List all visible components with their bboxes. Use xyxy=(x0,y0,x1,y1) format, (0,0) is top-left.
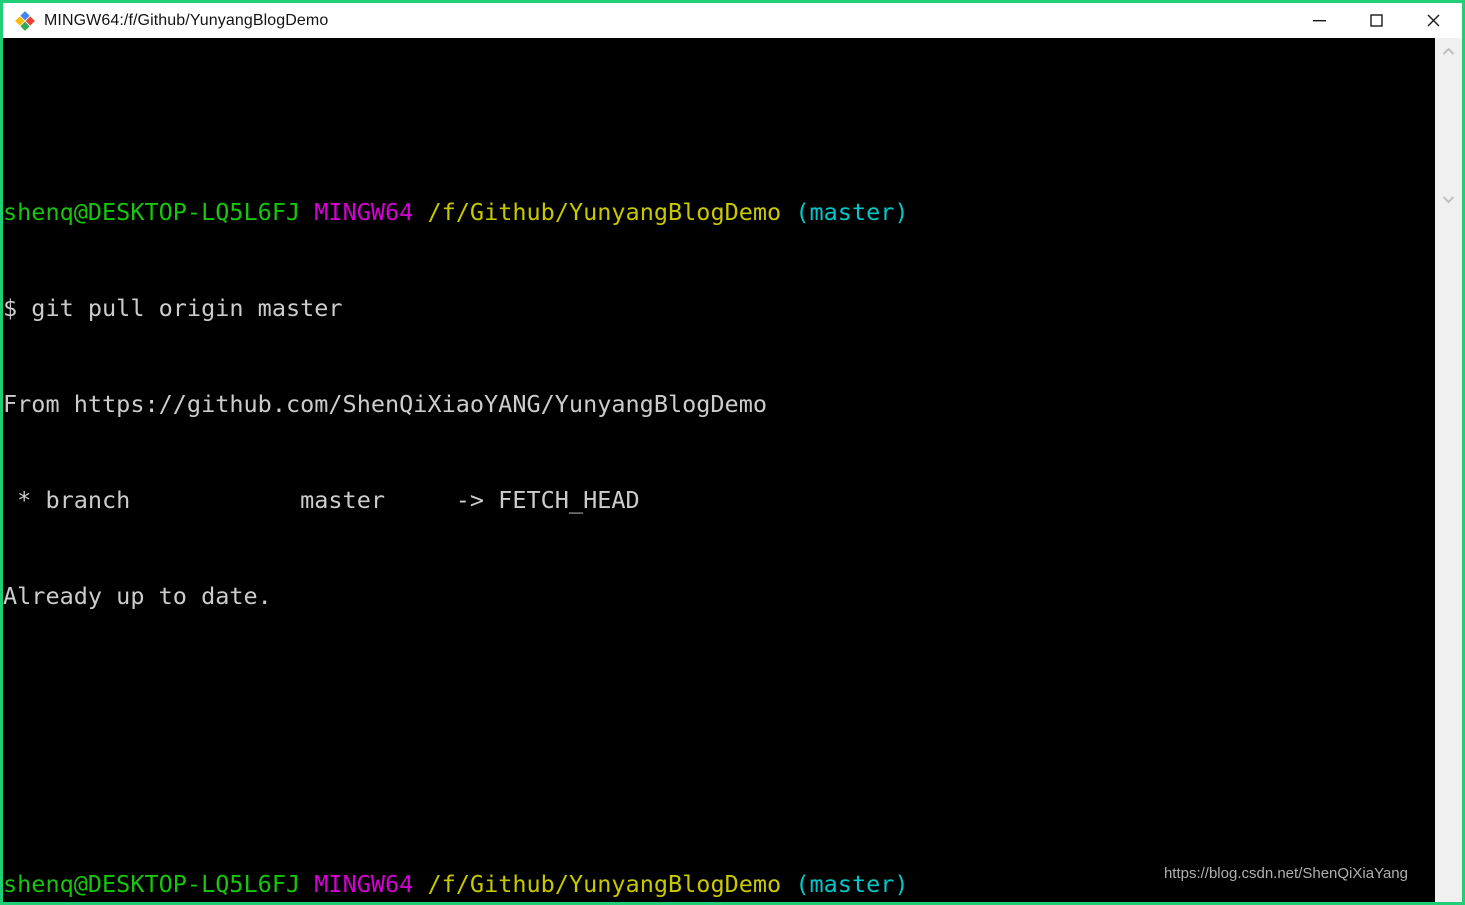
prompt-user-host: shenq@DESKTOP-LQ5L6FJ xyxy=(3,198,301,226)
scroll-up-arrow-icon[interactable] xyxy=(1435,40,1462,62)
title-bar[interactable]: MINGW64:/f/Github/YunyangBlogDemo xyxy=(3,3,1462,38)
scrollbar-track[interactable] xyxy=(1435,210,1462,902)
prompt-branch: (master) xyxy=(795,870,909,898)
prompt-line: shenq@DESKTOP-LQ5L6FJ MINGW64 /f/Github/… xyxy=(3,868,1435,900)
output-line: * branch master -> FETCH_HEAD xyxy=(3,486,640,514)
window-controls xyxy=(1291,3,1462,38)
prompt-path: /f/Github/YunyangBlogDemo xyxy=(427,870,782,898)
terminal-window: MINGW64:/f/Github/YunyangBlogDemo shenq@… xyxy=(0,0,1465,905)
vertical-scrollbar[interactable] xyxy=(1435,38,1462,902)
prompt-space-2 xyxy=(413,198,427,226)
prompt-space-1 xyxy=(300,198,314,226)
command-line: $ git pull origin master xyxy=(3,294,343,322)
mingw-diamond-icon xyxy=(15,10,35,31)
close-button[interactable] xyxy=(1405,3,1462,38)
minimize-button[interactable] xyxy=(1291,3,1348,38)
prompt-user-host: shenq@DESKTOP-LQ5L6FJ xyxy=(3,870,301,898)
window-title: MINGW64:/f/Github/YunyangBlogDemo xyxy=(44,11,329,29)
maximize-button[interactable] xyxy=(1348,3,1405,38)
terminal-text-buffer: shenq@DESKTOP-LQ5L6FJ MINGW64 /f/Github/… xyxy=(3,68,1435,902)
prompt-space-3 xyxy=(781,870,795,898)
prompt-shell: MINGW64 xyxy=(314,870,414,898)
title-bar-left: MINGW64:/f/Github/YunyangBlogDemo xyxy=(3,10,1291,31)
prompt-space-3 xyxy=(781,198,795,226)
output-line: From https://github.com/ShenQiXiaoYANG/Y… xyxy=(3,390,768,418)
prompt-path: /f/Github/YunyangBlogDemo xyxy=(427,198,782,226)
prompt-branch: (master) xyxy=(795,198,909,226)
prompt-space-1 xyxy=(300,870,314,898)
scrollbar-thumb[interactable] xyxy=(1435,62,1462,188)
terminal-screen[interactable]: shenq@DESKTOP-LQ5L6FJ MINGW64 /f/Github/… xyxy=(3,38,1435,902)
prompt-line: shenq@DESKTOP-LQ5L6FJ MINGW64 /f/Github/… xyxy=(3,196,1435,228)
scroll-down-arrow-icon[interactable] xyxy=(1435,188,1462,210)
output-line: Already up to date. xyxy=(3,582,272,610)
prompt-space-2 xyxy=(413,870,427,898)
prompt-shell: MINGW64 xyxy=(314,198,414,226)
